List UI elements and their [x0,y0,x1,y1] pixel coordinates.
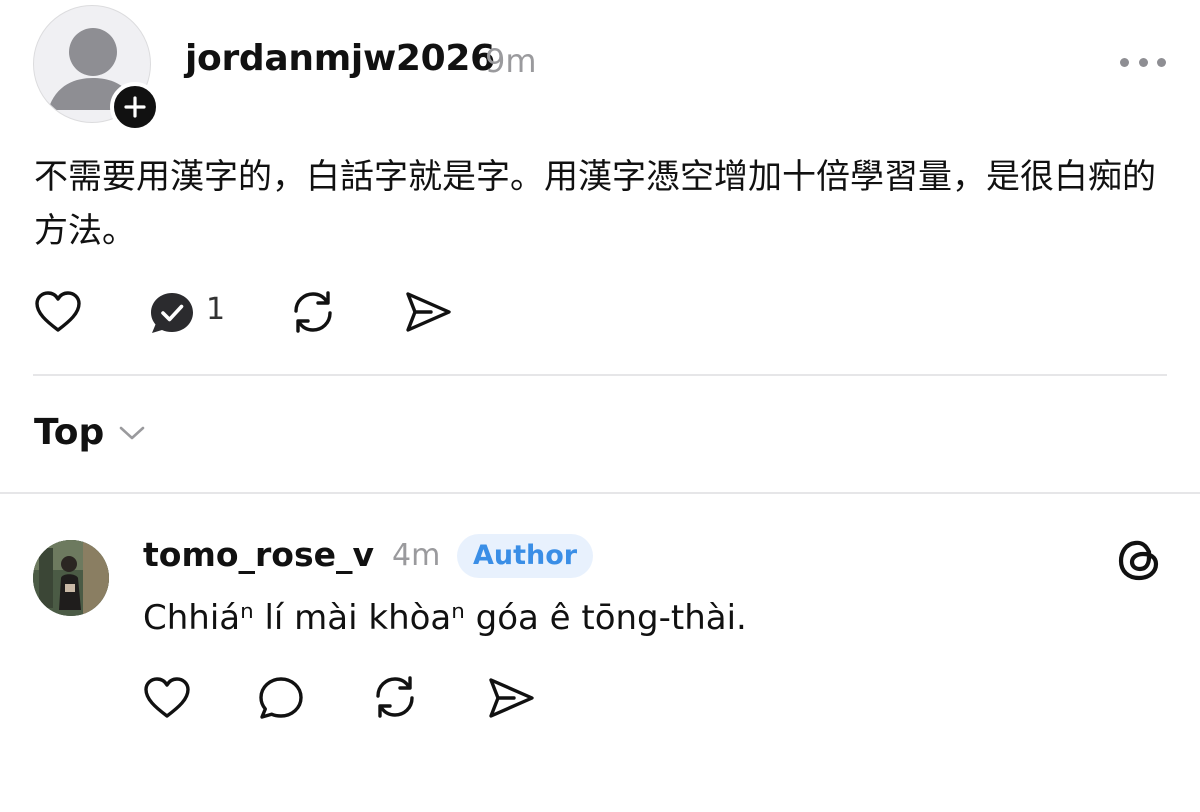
reply-avatar[interactable] [33,540,109,616]
reply-icon [151,293,193,333]
reply-button[interactable] [148,290,196,336]
repost-icon [376,676,414,718]
share-icon [406,292,451,332]
repost-button[interactable] [289,289,337,335]
like-button[interactable] [34,290,82,334]
post-timestamp: 9m [485,42,537,80]
more-dot [1157,57,1166,67]
chevron-down-icon[interactable] [118,424,146,446]
threads-logo-icon [1116,535,1164,587]
more-dot [1138,57,1148,67]
reply-body: Chhiáⁿ lí mài khòaⁿ góa ê tōng-thài. [143,598,747,638]
plus-icon [124,96,146,118]
reply-username[interactable]: tomo_rose_v [143,535,374,574]
more-icon[interactable] [1120,52,1166,72]
section-divider [0,492,1200,494]
follow-button[interactable] [110,82,160,132]
author-badge: Author [457,534,594,578]
reply-repost-button[interactable] [371,674,419,720]
heart-icon [35,291,81,332]
thread-page: jordanmjw2026 9m 不需要用漢字的，白話字就是字。用漢字憑空增加十… [0,0,1200,812]
reply-count: 1 [206,292,226,327]
post-username[interactable]: jordanmjw2026 [185,38,495,79]
reply-comment-button[interactable] [257,675,305,721]
comment-icon [259,677,303,719]
reply-like-button[interactable] [143,676,191,720]
heart-icon [144,677,190,718]
post-body: 不需要用漢字的，白話字就是字。用漢字憑空增加十倍學習量，是很白痴的方法。 [34,157,1156,251]
repost-icon [294,291,332,333]
more-dot [1120,57,1129,67]
share-button[interactable] [404,290,452,334]
share-icon [489,678,534,718]
sort-dropdown-label[interactable]: Top [34,412,104,453]
post-divider [33,374,1167,376]
reply-share-button[interactable] [487,676,535,720]
reply-timestamp: 4m [392,538,441,573]
